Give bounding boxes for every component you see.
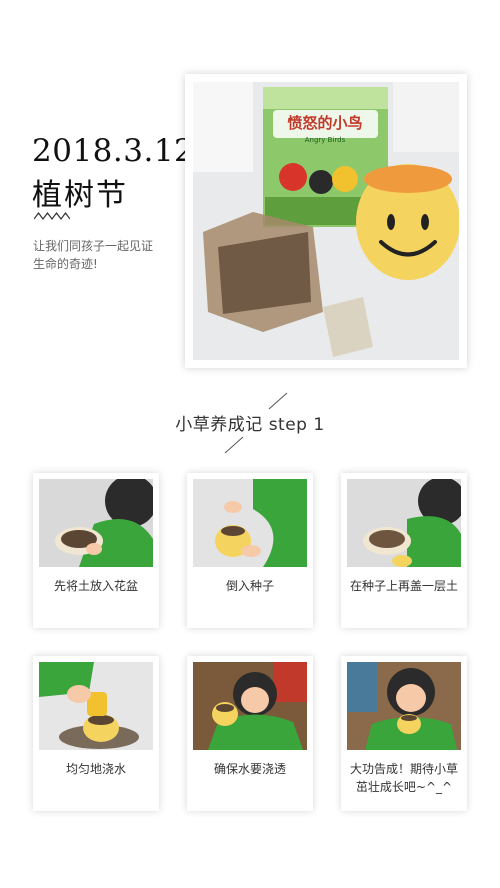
step-photo [347,479,461,567]
step-caption: 先将土放入花盆 [53,579,138,593]
step-caption: 倒入种子 [225,579,274,593]
section-title: 小草养成记 step 1 [175,415,325,435]
step-photo [347,662,461,750]
step-card-4: 均匀地浇水 [33,656,159,811]
step-caption: 在种子上再盖一层土 [349,579,458,593]
zigzag-divider-icon [34,212,70,220]
intro-text: 让我们同孩子一起见证生命的奇迹! [33,239,154,271]
step-card-5: 确保水要浇透 [187,656,313,811]
step-card-3: 在种子上再盖一层土 [341,473,467,628]
section-slash-bottom-icon [224,436,244,454]
hero-photo: 愤怒的小鸟 Angry Birds [193,82,459,360]
step-caption: 大功告成！期待小草茁壮成长吧~^_^ [349,762,458,794]
step-caption: 均匀地浇水 [65,762,126,776]
step-caption: 确保水要浇透 [213,762,286,776]
hero-photo-frame: 愤怒的小鸟 Angry Birds [185,74,467,368]
page-date: 2018.3.12 [32,133,195,169]
step-photo [193,479,307,567]
page-title: 植树节 [32,178,128,213]
step-card-2: 倒入种子 [187,473,313,628]
section-slash-top-icon [268,392,288,410]
step-photo [193,662,307,750]
box-sublabel: Angry Birds [305,136,346,144]
step-photo [39,479,153,567]
step-photo [39,662,153,750]
step-card-1: 先将土放入花盆 [33,473,159,628]
step-card-6: 大功告成！期待小草茁壮成长吧~^_^ [341,656,467,811]
hero-photo-illustration: 愤怒的小鸟 Angry Birds [193,82,459,360]
box-label: 愤怒的小鸟 [287,114,362,132]
